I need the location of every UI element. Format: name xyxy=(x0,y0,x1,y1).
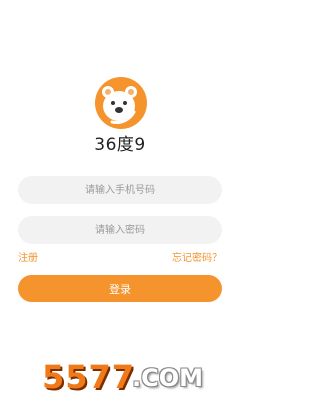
site-watermark: 5577 .COM xyxy=(20,358,240,398)
watermark-domain: .COM xyxy=(132,364,204,392)
watermark-number: 5577 xyxy=(42,358,136,396)
app-title: 36度9 xyxy=(94,135,146,155)
login-button[interactable]: 登录 xyxy=(18,275,222,302)
register-link[interactable]: 注册 xyxy=(18,249,38,264)
phone-input[interactable] xyxy=(18,176,222,204)
bear-logo-icon xyxy=(94,76,148,130)
password-input[interactable] xyxy=(18,216,222,244)
forgot-password-link[interactable]: 忘记密码？ xyxy=(172,249,222,264)
auth-links: 注册 忘记密码？ xyxy=(18,249,222,265)
